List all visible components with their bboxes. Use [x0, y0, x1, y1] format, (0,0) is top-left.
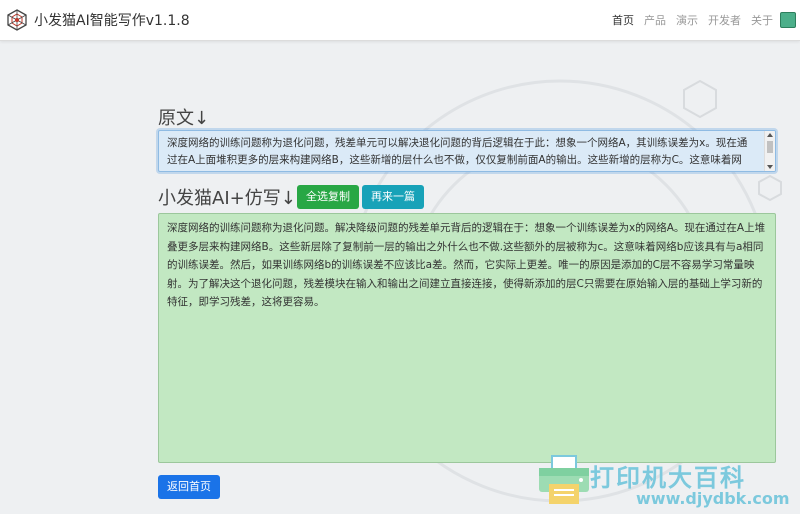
scroll-up-arrow-icon[interactable]: [767, 133, 773, 137]
brand-title: 小发猫AI智能写作v1.1.8: [34, 13, 190, 29]
select-all-copy-button[interactable]: 全选复制: [297, 185, 359, 209]
watermark-title: 打印机大百科: [590, 463, 746, 492]
original-scrollbar[interactable]: [764, 131, 775, 171]
original-text: 深度网络的训练问题称为退化问题，残差单元可以解决退化问题的背后逻辑在于此：想象一…: [167, 137, 748, 166]
scroll-down-arrow-icon[interactable]: [767, 165, 773, 169]
original-label: 原文↓: [158, 108, 210, 129]
printer-icon: [539, 455, 589, 504]
brand[interactable]: 小发猫AI智能写作v1.1.8: [6, 9, 190, 31]
generate-again-button[interactable]: 再来一篇: [362, 185, 424, 209]
nav-item-developers[interactable]: 开发者: [708, 12, 741, 28]
watermark: 打印机大百科 www.djydbk.com: [528, 452, 800, 514]
watermark-url: www.djydbk.com: [636, 489, 790, 508]
cat-logo-icon: [7, 9, 27, 31]
rewrite-textarea[interactable]: 深度网络的训练问题称为退化问题。解决降级问题的残差单元背后的逻辑在于：想象一个训…: [158, 213, 776, 463]
nav-item-demo[interactable]: 演示: [676, 12, 698, 28]
back-home-button[interactable]: 返回首页: [158, 475, 220, 499]
scroll-thumb[interactable]: [767, 141, 773, 153]
top-nav: 首页 产品 演示 开发者 关于: [602, 0, 796, 40]
nav-item-about[interactable]: 关于: [751, 12, 773, 28]
original-textarea[interactable]: 深度网络的训练问题称为退化问题，残差单元可以解决退化问题的背后逻辑在于此：想象一…: [158, 130, 776, 172]
avatar[interactable]: [780, 12, 796, 28]
nav-item-home[interactable]: 首页: [612, 12, 634, 28]
rewrite-label: 小发猫AI+仿写↓: [158, 188, 296, 209]
nav-item-products[interactable]: 产品: [644, 12, 666, 28]
rewrite-text: 深度网络的训练问题称为退化问题。解决降级问题的残差单元背后的逻辑在于：想象一个训…: [167, 222, 766, 308]
top-navbar: 小发猫AI智能写作v1.1.8 首页 产品 演示 开发者 关于: [0, 0, 800, 41]
